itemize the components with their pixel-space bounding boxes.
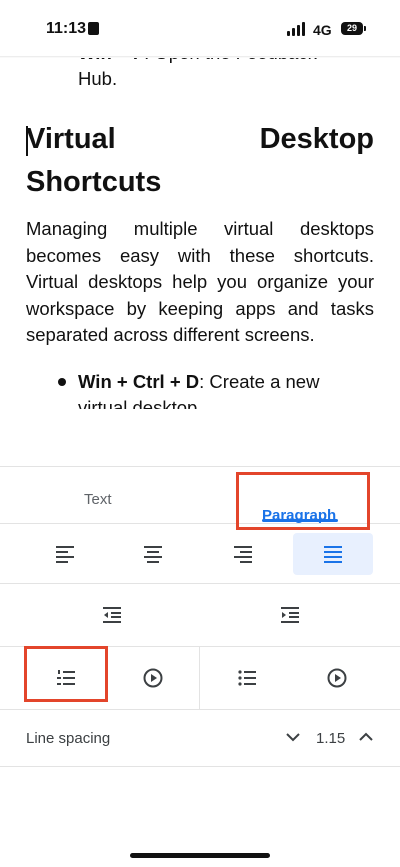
line-spacing-value: 1.15	[316, 730, 346, 747]
increase-indent-icon	[281, 607, 299, 623]
align-center-button[interactable]	[113, 533, 193, 575]
heading-word: Virtual	[26, 123, 116, 155]
paragraph: Managing multiple virtual desktops becom…	[26, 218, 374, 345]
decrease-indent-icon	[103, 607, 121, 623]
heading-word: Desktop	[259, 123, 374, 155]
shortcut-desc-cont: Hub.	[78, 68, 118, 89]
highlight-box-paragraph-tab	[236, 472, 370, 530]
bulleted-list-options-button[interactable]	[292, 657, 382, 699]
person-icon	[88, 22, 99, 35]
document-body[interactable]: Win + F: Open the Feedback Hub. Virtual …	[26, 40, 374, 409]
bulleted-list-icon	[238, 670, 256, 686]
tab-text[interactable]: Text	[84, 491, 112, 508]
align-left-icon	[56, 546, 74, 563]
status-divider	[0, 56, 400, 58]
play-circle-icon	[143, 668, 163, 688]
decrease-indent-button[interactable]	[92, 600, 132, 630]
heading-line2: Shortcuts	[26, 166, 162, 198]
numbered-list-options-button[interactable]	[108, 657, 198, 699]
shortcut-key: Win + Ctrl + D	[78, 370, 200, 392]
text-cursor	[26, 126, 28, 156]
highlight-box-numbered-list	[24, 646, 108, 702]
shortcut-desc-cont: virtual desktop	[78, 396, 198, 409]
increase-indent-button[interactable]	[270, 600, 310, 630]
shortcut-desc: : Create a new	[199, 370, 320, 392]
line-spacing-row: Line spacing 1.15	[0, 710, 400, 767]
list-item: Win + Ctrl + D: Create a new virtual des…	[26, 369, 374, 409]
divider	[199, 647, 200, 709]
align-left-button[interactable]	[25, 533, 105, 575]
bulleted-list-button[interactable]	[202, 657, 292, 699]
chevron-down-icon[interactable]	[284, 728, 302, 746]
play-circle-icon	[327, 668, 347, 688]
align-right-icon	[234, 546, 252, 563]
justify-icon	[324, 546, 342, 563]
align-center-icon	[144, 546, 162, 563]
alignment-row	[0, 523, 400, 584]
section-heading: Virtual Desktop Shortcuts	[26, 118, 374, 204]
justify-button[interactable]	[293, 533, 373, 575]
signal-icon	[287, 22, 309, 36]
line-spacing-label: Line spacing	[26, 730, 111, 747]
chevron-up-icon[interactable]	[357, 728, 375, 746]
status-bar: 11:13 4G 29	[0, 0, 400, 58]
align-right-button[interactable]	[203, 533, 283, 575]
home-indicator[interactable]	[130, 853, 270, 858]
indent-row	[0, 584, 400, 647]
status-time: 11:13	[46, 20, 87, 37]
battery-icon: 29	[341, 22, 366, 35]
network-type: 4G	[313, 22, 332, 38]
